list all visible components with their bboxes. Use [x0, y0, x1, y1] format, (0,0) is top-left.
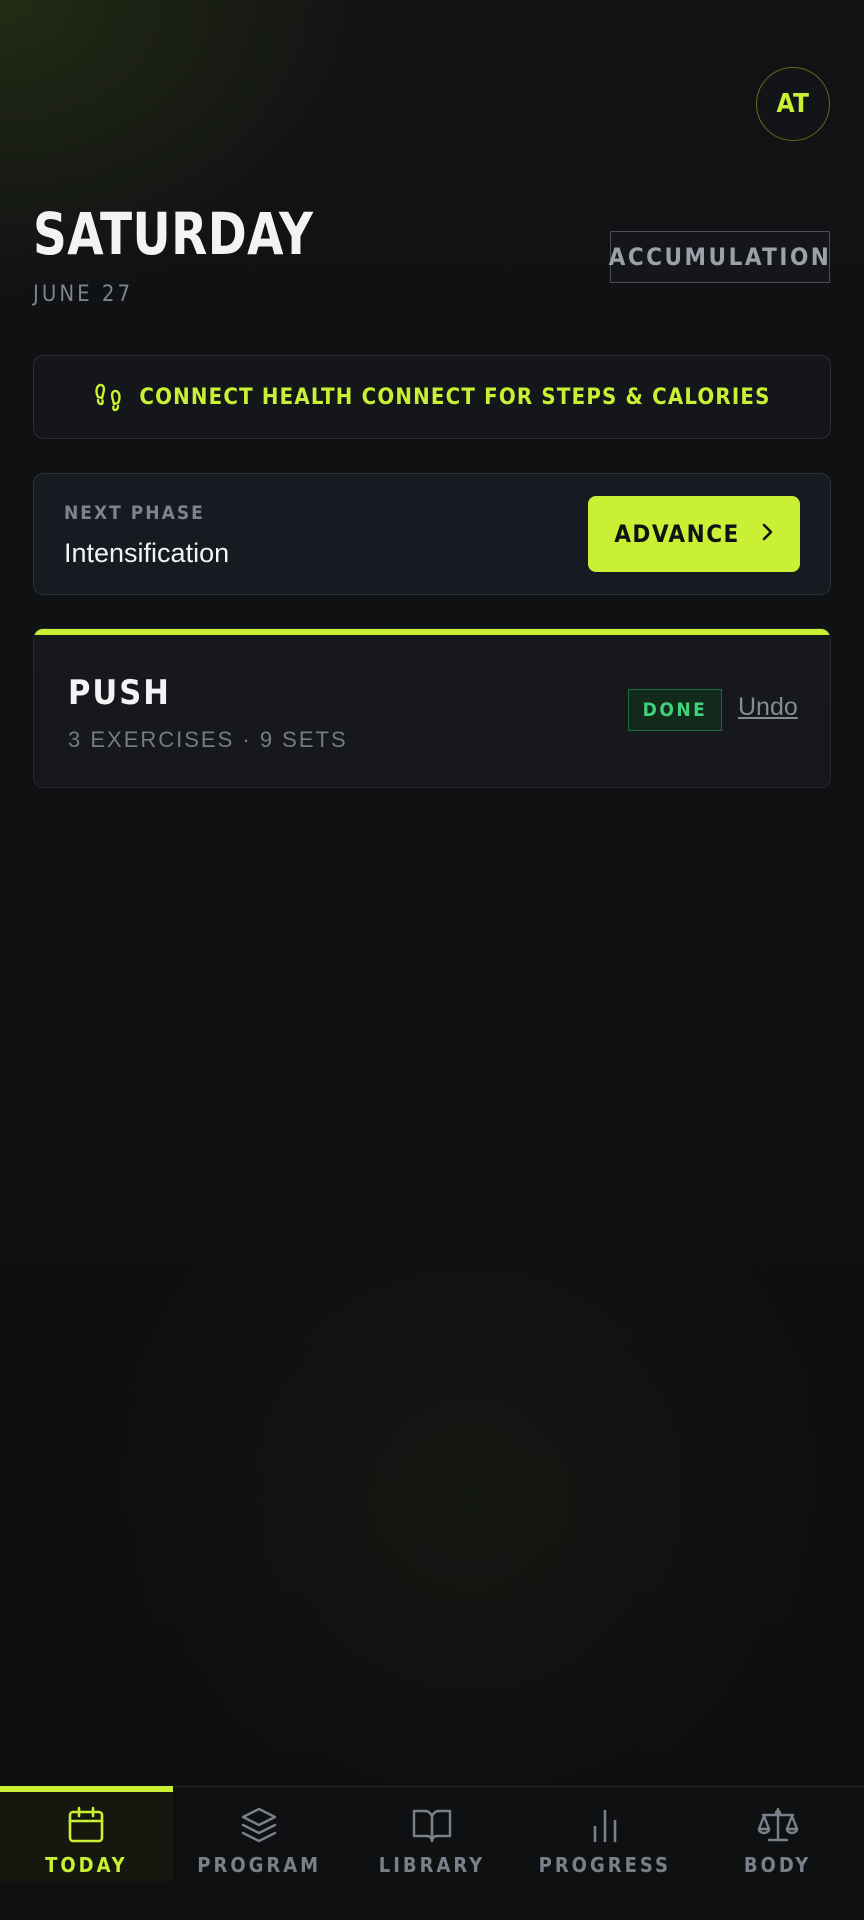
date-label: JUNE 27	[33, 282, 134, 307]
calendar-icon	[66, 1805, 106, 1845]
bottom-nav: TODAY PROGRAM LIBRARY PROGRESS BODY	[0, 1786, 864, 1920]
nav-item-library[interactable]: LIBRARY	[346, 1787, 519, 1881]
book-open-icon	[411, 1805, 453, 1845]
chevron-right-icon	[760, 520, 774, 548]
nav-label-progress: PROGRESS	[538, 1853, 671, 1877]
advance-button[interactable]: ADVANCE	[588, 496, 800, 572]
nav-item-program[interactable]: PROGRAM	[173, 1787, 346, 1881]
scale-icon	[757, 1805, 799, 1845]
advance-button-label: ADVANCE	[614, 520, 740, 548]
connect-health-label: CONNECT HEALTH CONNECT FOR STEPS & CALOR…	[139, 384, 771, 410]
nav-item-today[interactable]: TODAY	[0, 1786, 173, 1881]
layers-icon	[239, 1805, 279, 1845]
today-screen: AT SATURDAY JUNE 27 ACCUMULATION CONNECT…	[0, 0, 864, 1920]
next-phase-label: NEXT PHASE	[64, 502, 205, 524]
workout-meta: 3 EXERCISES · 9 SETS	[68, 727, 348, 752]
next-phase-value: Intensification	[64, 538, 230, 568]
nav-label-today: TODAY	[45, 1853, 128, 1877]
nav-label-program: PROGRAM	[197, 1853, 322, 1877]
next-phase-card: NEXT PHASE Intensification ADVANCE	[33, 473, 831, 595]
undo-link[interactable]: Undo	[738, 693, 798, 722]
nav-label-library: LIBRARY	[378, 1853, 486, 1877]
bar-chart-icon	[585, 1805, 625, 1845]
nav-label-body: BODY	[743, 1853, 812, 1877]
nav-item-body[interactable]: BODY	[691, 1787, 864, 1881]
avatar[interactable]: AT	[756, 67, 830, 141]
page-title: SATURDAY	[33, 200, 314, 268]
connect-health-button[interactable]: CONNECT HEALTH CONNECT FOR STEPS & CALOR…	[33, 355, 831, 439]
status-badge-label: DONE	[642, 699, 708, 721]
status-badge: DONE	[628, 689, 722, 731]
phase-badge: ACCUMULATION	[608, 231, 832, 283]
workout-name: PUSH	[68, 673, 171, 713]
phase-badge-label: ACCUMULATION	[608, 243, 832, 271]
footprints-icon	[93, 381, 123, 413]
workout-card-accent	[34, 629, 830, 635]
avatar-initials: AT	[776, 89, 810, 119]
nav-item-progress[interactable]: PROGRESS	[518, 1787, 691, 1881]
workout-card[interactable]: PUSH 3 EXERCISES · 9 SETS DONE Undo	[33, 628, 831, 788]
